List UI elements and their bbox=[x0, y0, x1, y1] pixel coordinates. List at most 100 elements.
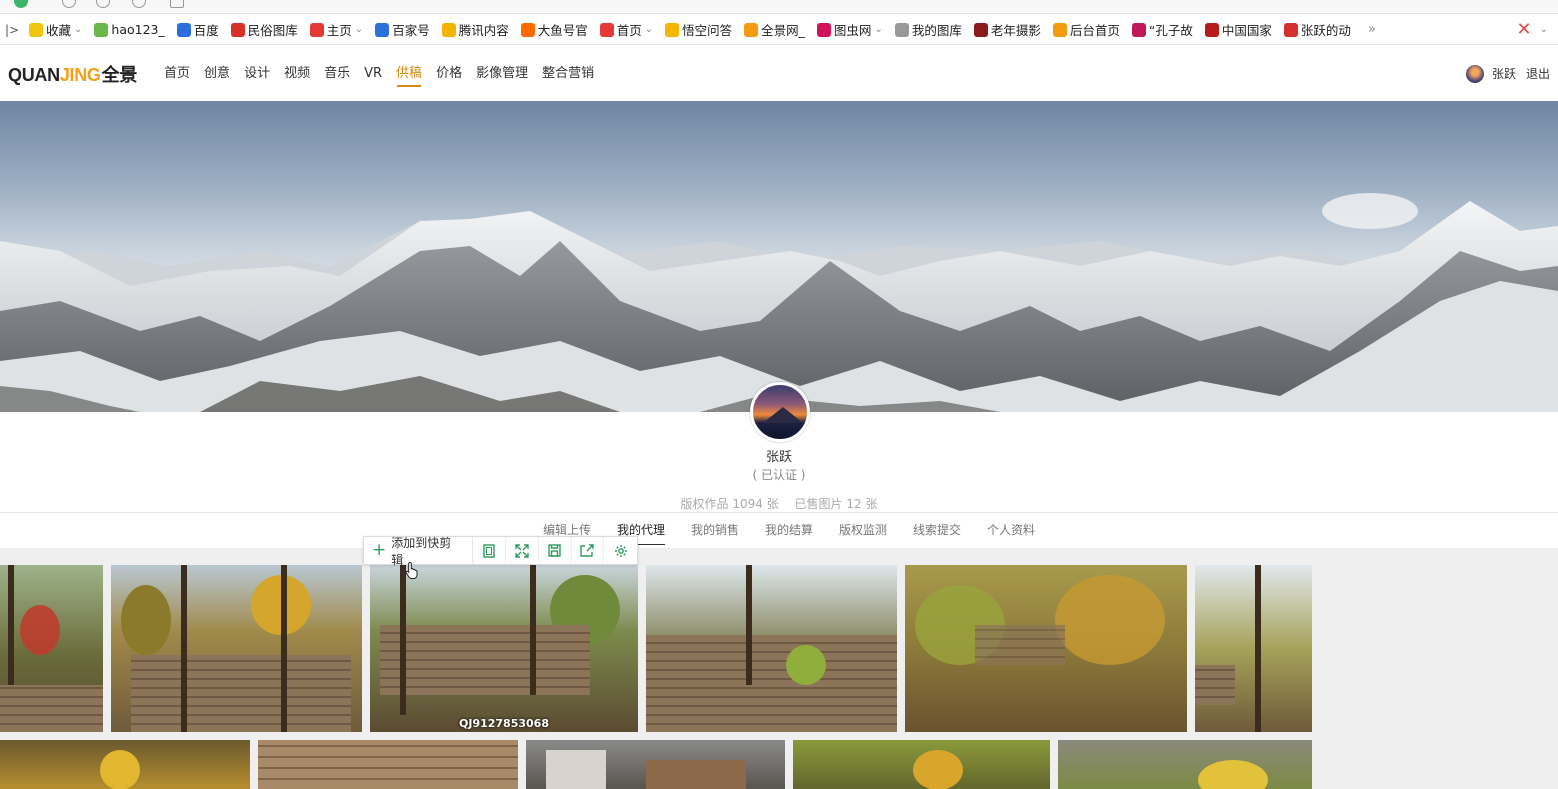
nav-item[interactable]: 价格 bbox=[429, 46, 469, 101]
bookmark-item[interactable]: 大鱼号官 bbox=[516, 18, 595, 42]
bookmark-favicon-icon bbox=[599, 22, 614, 37]
bookmark-favicon-icon bbox=[1052, 22, 1067, 37]
profile-tabs: 编辑上传 我的代理 我的销售 我的结算 版权监测 线索提交 个人资料 bbox=[0, 512, 1558, 548]
gallery-photo[interactable] bbox=[0, 740, 250, 789]
bookmark-item[interactable]: 首页 ⌄ bbox=[595, 18, 660, 42]
bookmark-favicon-icon bbox=[1204, 22, 1219, 37]
profile-tab[interactable]: 线索提交 bbox=[900, 513, 974, 548]
bookmark-label: 后台首页 bbox=[1069, 23, 1120, 38]
bookmark-favicon-icon bbox=[894, 22, 909, 37]
main-nav: 首页 创意 设计 视频 音乐 VR 供稿 价格 影像管理 整合营销 bbox=[157, 46, 601, 101]
gallery-photo[interactable] bbox=[905, 565, 1187, 732]
bookmarks-bar: |> 收藏 ⌄ hao123_ 百度 民俗图库 主页 ⌄ 百家号 腾讯内容 大鱼号官 首页 ⌄ 悟空问答… bbox=[0, 15, 1558, 45]
browser-toolbar-strip bbox=[0, 0, 1558, 14]
bookmark-favicon-icon bbox=[520, 22, 535, 37]
chevron-down-icon[interactable]: ⌄ bbox=[74, 24, 82, 35]
forward-icon[interactable] bbox=[96, 0, 110, 8]
bookmark-label: 主页 bbox=[326, 23, 352, 38]
bookmark-item[interactable]: 百度 bbox=[172, 18, 226, 42]
nav-item[interactable]: 设计 bbox=[237, 46, 277, 101]
profile-avatar[interactable] bbox=[750, 382, 810, 442]
gallery-photo[interactable] bbox=[793, 740, 1050, 789]
bookmark-item[interactable]: 全景网_ bbox=[739, 18, 812, 42]
bookmark-label: 全景网_ bbox=[761, 23, 805, 38]
nav-item[interactable]: 创意 bbox=[197, 46, 237, 101]
home-icon[interactable] bbox=[170, 0, 184, 8]
user-name-link[interactable]: 张跃 bbox=[1492, 65, 1516, 82]
share-icon[interactable] bbox=[572, 537, 605, 564]
user-avatar[interactable] bbox=[1465, 64, 1484, 83]
bookmark-item[interactable]: “孔子故 bbox=[1127, 18, 1200, 42]
bookmark-item[interactable]: 主页 ⌄ bbox=[305, 18, 370, 42]
bookmark-favicon-icon bbox=[441, 22, 456, 37]
copy-icon[interactable] bbox=[473, 537, 507, 564]
close-icon[interactable]: ✕ bbox=[1517, 19, 1532, 40]
gallery-photo[interactable] bbox=[526, 740, 785, 789]
chevron-down-icon[interactable]: ⌄ bbox=[874, 24, 882, 35]
gear-icon[interactable] bbox=[604, 537, 637, 564]
gallery-photo[interactable] bbox=[111, 565, 362, 732]
bookmark-item[interactable]: 我的图库 bbox=[890, 18, 969, 42]
nav-item[interactable]: 音乐 bbox=[317, 46, 357, 101]
header-user: 张跃 退出 bbox=[1465, 46, 1550, 101]
bookmark-favicon-icon bbox=[375, 22, 390, 37]
bookmark-label: 百度 bbox=[193, 23, 219, 38]
bookmark-label: 中国国家 bbox=[1221, 23, 1272, 38]
mountain-panorama bbox=[0, 193, 1558, 412]
bookmark-favicon-icon bbox=[744, 22, 759, 37]
bookmark-item[interactable]: 老年摄影 bbox=[969, 18, 1048, 42]
gallery-photo[interactable] bbox=[1195, 565, 1312, 732]
bookmark-item[interactable]: hao123_ bbox=[89, 18, 171, 42]
logo-text-jing: JING bbox=[59, 64, 101, 85]
quanjing-logo[interactable]: QUAN JING 全景 bbox=[8, 61, 137, 87]
bookmark-item[interactable]: 腾讯内容 bbox=[437, 18, 516, 42]
nav-item[interactable]: 供稿 bbox=[389, 46, 429, 101]
bookmark-item[interactable]: 百家号 bbox=[370, 18, 437, 42]
profile-banner-image bbox=[0, 101, 1558, 412]
add-to-quick-edit-button[interactable]: + 添加到快剪辑 bbox=[364, 536, 474, 567]
bookmarks-more-icon[interactable]: » bbox=[1358, 22, 1386, 37]
nav-item[interactable]: 整合营销 bbox=[535, 46, 601, 101]
bookmark-label: 悟空问答 bbox=[682, 23, 733, 38]
nav-item[interactable]: 影像管理 bbox=[469, 46, 535, 101]
profile-tab[interactable]: 个人资料 bbox=[974, 513, 1048, 548]
verified-badge: ( 已认证 ) bbox=[752, 468, 806, 482]
bookmark-favicon-icon bbox=[94, 22, 109, 37]
nav-item[interactable]: 视频 bbox=[277, 46, 317, 101]
bookmark-item[interactable]: 中国国家 bbox=[1200, 18, 1279, 42]
profile-tab[interactable]: 版权监测 bbox=[826, 513, 900, 548]
bookmark-item[interactable]: 图虫网 ⌄ bbox=[812, 18, 890, 42]
chevron-down-icon[interactable]: ⌄ bbox=[645, 24, 653, 35]
profile-tab[interactable]: 我的销售 bbox=[678, 513, 752, 548]
nav-item[interactable]: VR bbox=[357, 46, 389, 101]
expand-icon[interactable] bbox=[506, 537, 539, 564]
bookmark-label: 收藏 bbox=[46, 23, 72, 38]
gallery-photo[interactable] bbox=[0, 565, 103, 732]
nav-item[interactable]: 首页 bbox=[157, 46, 197, 101]
back-icon[interactable] bbox=[62, 0, 76, 8]
logout-link[interactable]: 退出 bbox=[1526, 65, 1550, 82]
bookmark-label: 大鱼号官 bbox=[537, 23, 588, 38]
bookmark-item[interactable]: 后台首页 bbox=[1048, 18, 1127, 42]
bookmark-item[interactable]: 张跃的动 bbox=[1279, 18, 1358, 42]
refresh-icon[interactable] bbox=[132, 0, 146, 8]
save-icon[interactable] bbox=[539, 537, 572, 564]
gallery-photo-hovered[interactable]: QJ9127853068 bbox=[370, 565, 638, 732]
bookmarks-right-tools: ✕ ⌄ bbox=[1517, 19, 1548, 40]
bookmark-favicon-icon bbox=[1131, 22, 1146, 37]
chevron-down-icon[interactable]: ⌄ bbox=[1540, 24, 1548, 35]
gallery-photo[interactable] bbox=[1058, 740, 1312, 789]
profile-tab[interactable]: 我的结算 bbox=[752, 513, 826, 548]
bookmark-favicon-icon bbox=[309, 22, 324, 37]
gallery-photo[interactable] bbox=[258, 740, 518, 789]
chevron-down-icon[interactable]: ⌄ bbox=[355, 24, 363, 35]
hand-cursor-icon bbox=[405, 561, 418, 579]
profile-stats: 版权作品 1094 张 已售图片 12 张 bbox=[0, 495, 1558, 512]
gallery-photo[interactable] bbox=[646, 565, 897, 732]
bookmark-favicon-icon bbox=[176, 22, 191, 37]
bookmark-item[interactable]: 收藏 ⌄ bbox=[24, 18, 89, 42]
bookmark-item[interactable]: 民俗图库 bbox=[226, 18, 305, 42]
sidebar-toggle-icon[interactable]: |> bbox=[0, 23, 24, 37]
bookmark-item[interactable]: 悟空问答 bbox=[660, 18, 739, 42]
photo-gallery: QJ9127853068 bbox=[0, 548, 1558, 789]
